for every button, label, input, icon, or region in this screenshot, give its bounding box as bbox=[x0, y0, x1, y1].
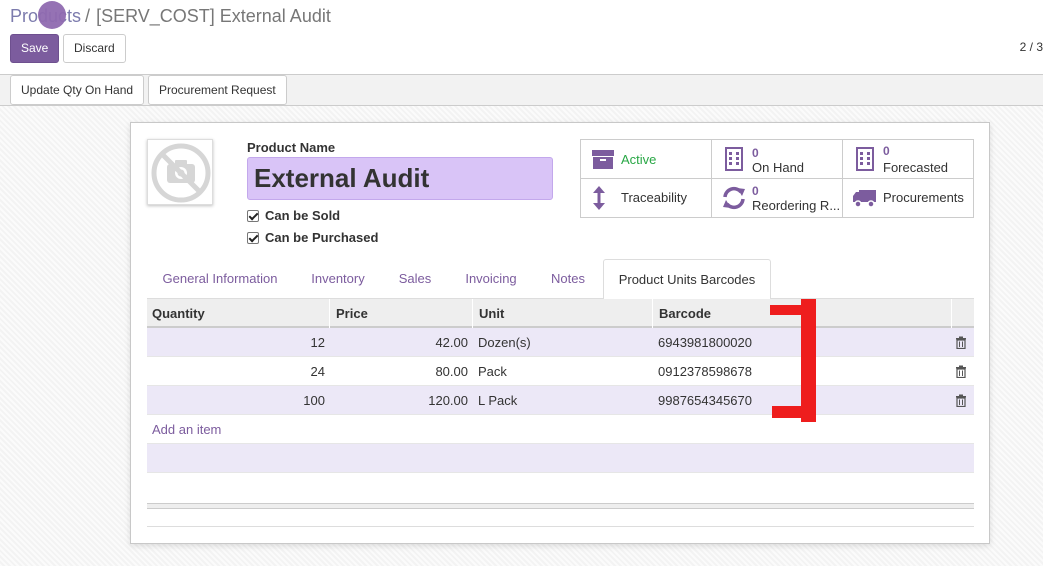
header-actions bbox=[953, 299, 974, 328]
refresh-icon bbox=[723, 186, 745, 210]
reordering-label: Reordering R... bbox=[752, 198, 841, 213]
cell-unit: Pack bbox=[478, 364, 507, 379]
no-photo-icon bbox=[151, 143, 211, 203]
annotation-bracket-vertical bbox=[801, 299, 816, 422]
statusbar: Update Qty On Hand Procurement Request bbox=[0, 75, 1043, 106]
product-image[interactable] bbox=[147, 139, 213, 205]
control-panel: Products/[SERV_COST] External Audit Save… bbox=[0, 0, 1043, 75]
smart-buttons: Active 0 On Hand 0 Forecasted Traceabili… bbox=[580, 139, 974, 218]
add-item-row: Add an item bbox=[147, 415, 974, 444]
product-name-input[interactable]: External Audit bbox=[247, 157, 553, 200]
cell-quantity: 12 bbox=[310, 335, 325, 350]
cell-quantity: 24 bbox=[310, 364, 325, 379]
table-row[interactable]: 24 80.00 Pack 0912378598678 bbox=[147, 357, 974, 386]
arrows-vertical-icon bbox=[593, 186, 605, 210]
tab-notes[interactable]: Notes bbox=[535, 259, 601, 299]
breadcrumb-current: [SERV_COST] External Audit bbox=[96, 6, 331, 26]
reordering-button[interactable]: 0 Reordering R... bbox=[712, 179, 843, 217]
archive-icon bbox=[592, 150, 614, 169]
active-button[interactable]: Active bbox=[581, 140, 712, 179]
cell-unit: L Pack bbox=[478, 393, 518, 408]
table-row[interactable]: 12 42.00 Dozen(s) 6943981800020 bbox=[147, 328, 974, 357]
truck-icon bbox=[853, 190, 876, 208]
save-button[interactable]: Save bbox=[10, 34, 60, 63]
cursor-marker bbox=[38, 1, 66, 29]
can-be-purchased-checkbox[interactable]: Can be Purchased bbox=[247, 230, 378, 245]
building-icon bbox=[725, 147, 743, 171]
traceability-label: Traceability bbox=[621, 190, 687, 205]
on-hand-button[interactable]: 0 On Hand bbox=[712, 140, 843, 179]
discard-button[interactable]: Discard bbox=[63, 34, 126, 63]
header-price[interactable]: Price bbox=[331, 299, 473, 328]
reordering-value: 0 bbox=[752, 184, 759, 198]
cell-price: 120.00 bbox=[428, 393, 468, 408]
update-qty-button[interactable]: Update Qty On Hand bbox=[10, 75, 145, 105]
cell-price: 42.00 bbox=[435, 335, 468, 350]
tab-inventory[interactable]: Inventory bbox=[296, 259, 380, 299]
add-item-link[interactable]: Add an item bbox=[152, 422, 221, 437]
active-label: Active bbox=[621, 152, 657, 167]
can-be-purchased-label: Can be Purchased bbox=[265, 230, 379, 245]
table-footer bbox=[147, 503, 974, 509]
cell-price: 80.00 bbox=[435, 364, 468, 379]
tab-invoicing[interactable]: Invoicing bbox=[450, 259, 532, 299]
on-hand-value: 0 bbox=[752, 146, 759, 160]
table-header: Quantity Price Unit Barcode bbox=[147, 299, 974, 328]
tab-sales[interactable]: Sales bbox=[383, 259, 447, 299]
checkbox-checked-icon bbox=[247, 232, 259, 244]
forecasted-button[interactable]: 0 Forecasted bbox=[843, 140, 973, 179]
cell-unit: Dozen(s) bbox=[478, 335, 531, 350]
form-sheet: Product Name External Audit Can be Sold … bbox=[130, 122, 990, 544]
trash-icon[interactable] bbox=[955, 394, 967, 407]
barcode-table: Quantity Price Unit Barcode 12 42.00 Doz… bbox=[147, 299, 974, 473]
can-be-sold-checkbox[interactable]: Can be Sold bbox=[247, 208, 340, 223]
header-unit[interactable]: Unit bbox=[474, 299, 653, 328]
checkbox-checked-icon bbox=[247, 210, 259, 222]
building-icon bbox=[856, 147, 874, 171]
breadcrumb-separator: / bbox=[85, 6, 91, 26]
forecasted-value: 0 bbox=[883, 144, 890, 158]
traceability-button[interactable]: Traceability bbox=[581, 179, 712, 217]
tab-general-information[interactable]: General Information bbox=[147, 259, 293, 299]
procurements-button[interactable]: Procurements bbox=[843, 179, 973, 217]
forecasted-label: Forecasted bbox=[883, 160, 949, 175]
divider bbox=[147, 526, 974, 527]
annotation-bracket-bottom bbox=[772, 406, 808, 418]
procurement-request-button[interactable]: Procurement Request bbox=[148, 75, 287, 105]
tab-product-units-barcodes[interactable]: Product Units Barcodes bbox=[603, 259, 771, 300]
on-hand-label: On Hand bbox=[752, 160, 805, 175]
can-be-sold-label: Can be Sold bbox=[265, 208, 341, 223]
notebook-tabs: General Information Inventory Sales Invo… bbox=[147, 259, 974, 300]
header-quantity[interactable]: Quantity bbox=[147, 299, 330, 328]
trash-icon[interactable] bbox=[955, 365, 967, 378]
empty-row bbox=[147, 444, 974, 473]
trash-icon[interactable] bbox=[955, 336, 967, 349]
table-row[interactable]: 100 120.00 L Pack 9987654345670 bbox=[147, 386, 974, 415]
cell-quantity: 100 bbox=[303, 393, 325, 408]
pager-value[interactable]: 2 / 3 bbox=[1020, 40, 1043, 54]
procurements-label: Procurements bbox=[883, 190, 964, 205]
product-name-label: Product Name bbox=[247, 140, 336, 155]
